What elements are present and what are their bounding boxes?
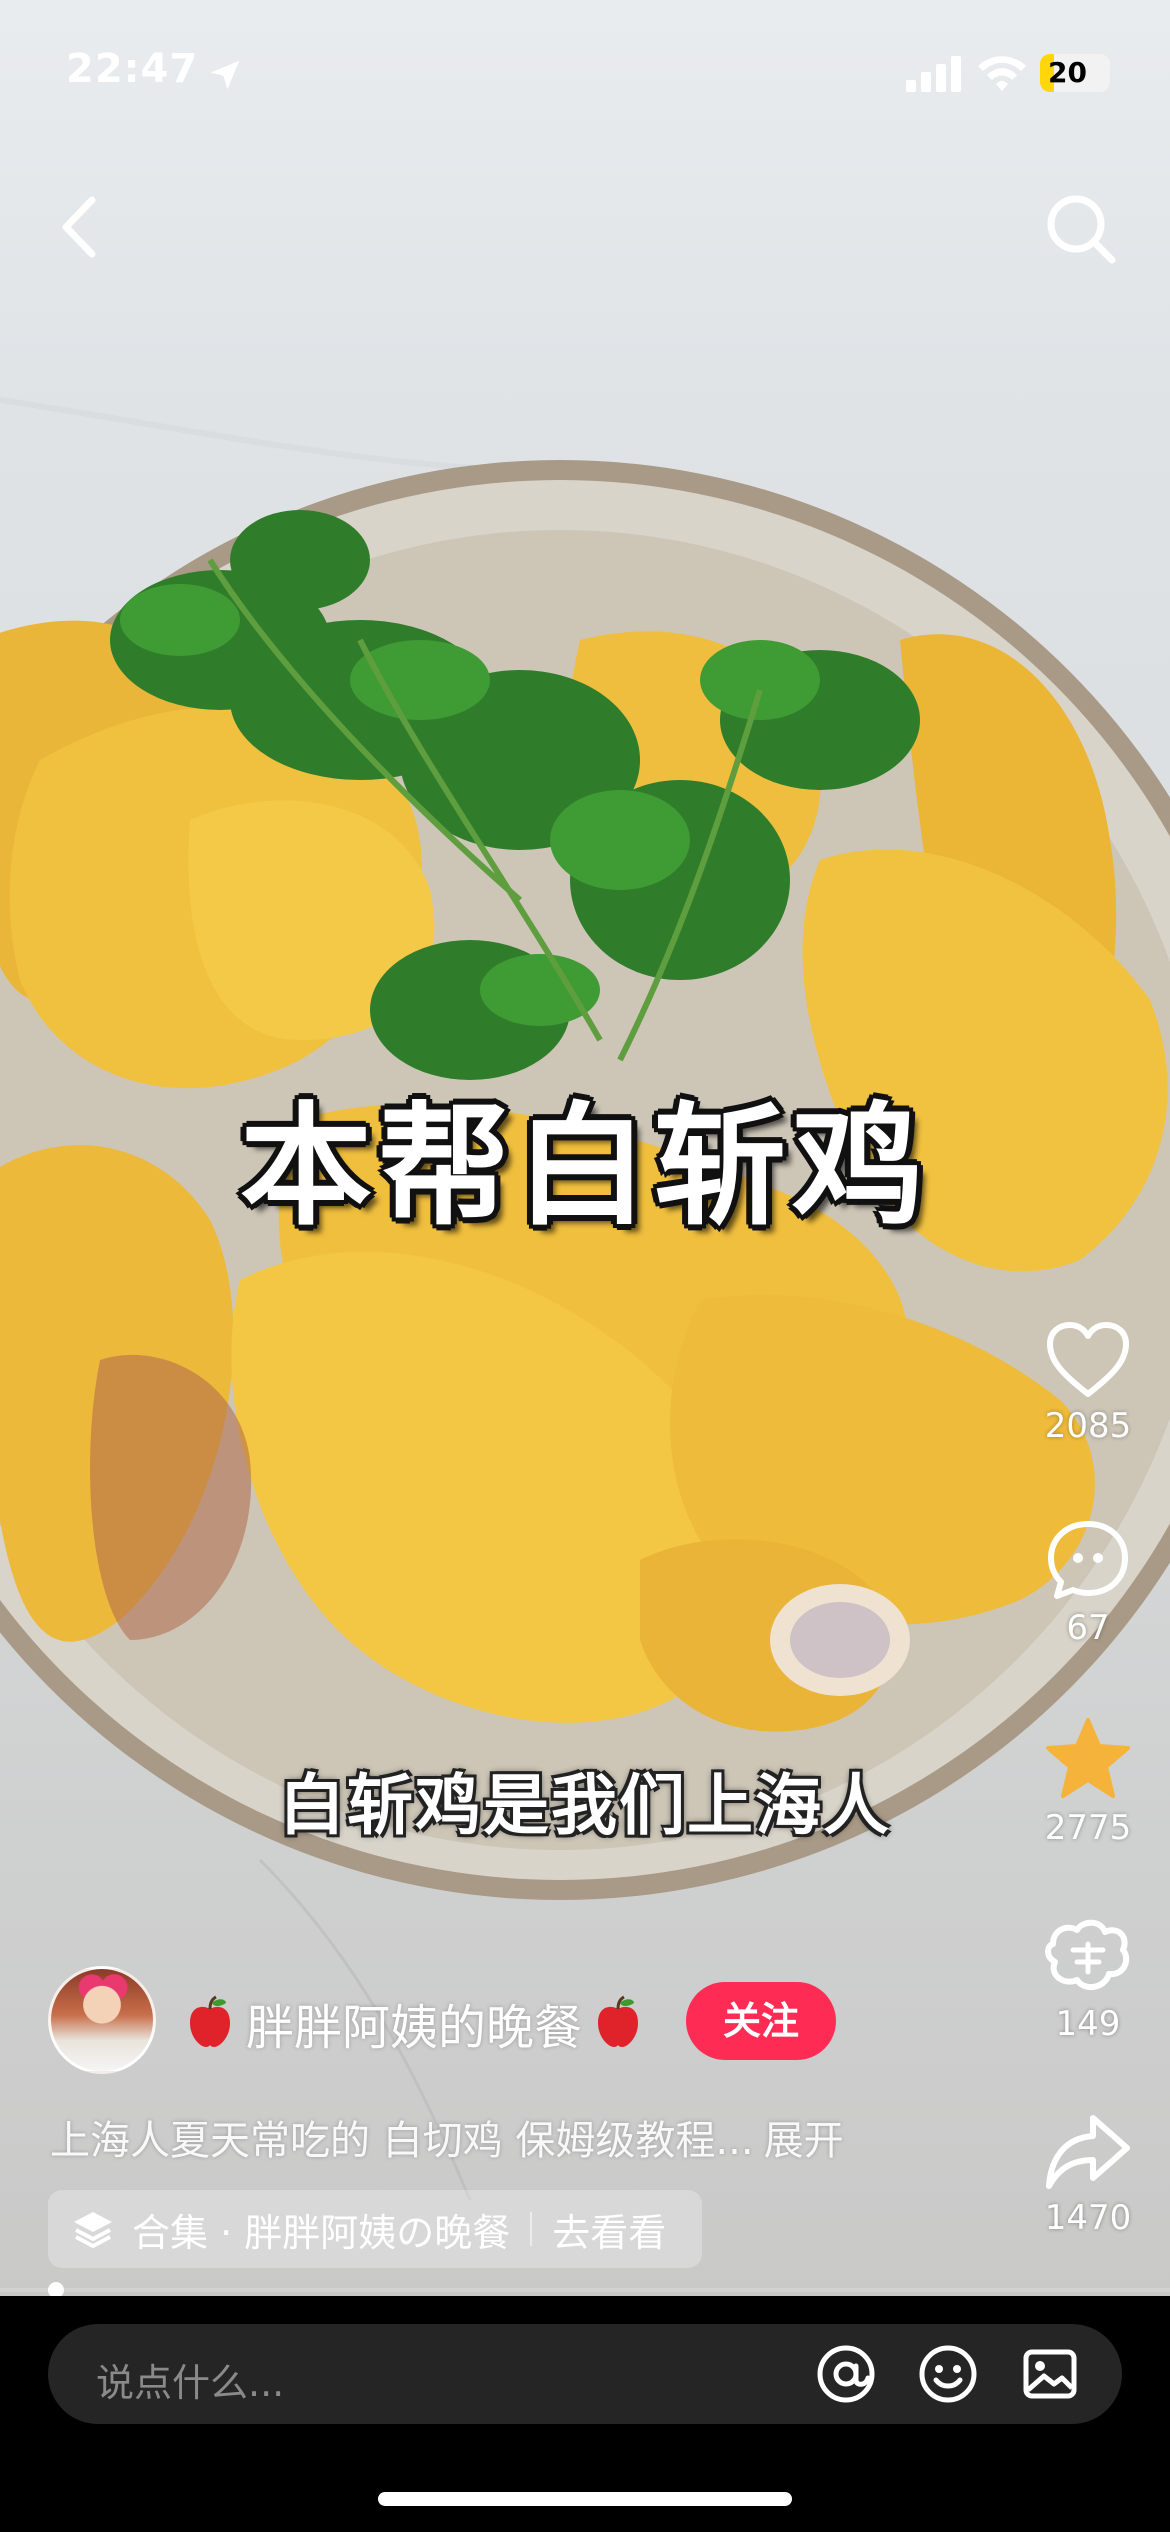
share-count: 1470 [1044, 2198, 1132, 2238]
apple-icon [190, 1995, 230, 2047]
gift-button[interactable]: 149 [1030, 1914, 1146, 2044]
expand-link[interactable]: 展开 [764, 2118, 844, 2164]
comment-placeholder: 说点什么... [96, 2361, 285, 2405]
back-icon[interactable] [52, 194, 106, 260]
layers-icon [74, 2212, 112, 2248]
status-bar: 22:47 20 [0, 0, 1170, 140]
like-button[interactable]: 2085 [1030, 1320, 1146, 1446]
battery-indicator: 20 [1040, 54, 1110, 92]
collect-count: 2775 [1044, 1808, 1132, 1848]
video-subtitle: 白斩鸡是我们上海人 [279, 1767, 891, 1844]
location-arrow-icon [210, 60, 240, 90]
collect-button[interactable]: 2775 [1030, 1716, 1146, 1848]
wifi-icon [978, 56, 1026, 91]
video-description[interactable]: 上海人夏天常吃的 白切鸡 保姆级教程... 展开 [50, 2108, 844, 2166]
gift-count: 149 [1055, 2004, 1121, 2044]
collection-name: 合集 · 胖胖阿姨の晚餐 [132, 2210, 511, 2255]
video-title-overlay: 本帮白斩鸡 [240, 1090, 930, 1244]
heart-icon [1047, 1322, 1129, 1397]
author-avatar[interactable] [48, 1966, 156, 2074]
image-icon[interactable] [1018, 2342, 1082, 2406]
collection-bar[interactable]: 合集 · 胖胖阿姨の晚餐 去看看 [48, 2190, 702, 2268]
comment-input[interactable]: 说点什么... [48, 2324, 1122, 2424]
follow-button[interactable]: 关注 [686, 1982, 836, 2060]
comment-count: 67 [1066, 1608, 1110, 1648]
author-name[interactable]: 胖胖阿姨的晚餐 [246, 1988, 582, 2058]
collection-divider [530, 2212, 533, 2246]
comment-icon [1048, 1521, 1128, 1599]
at-icon[interactable] [814, 2342, 878, 2406]
description-text: 上海人夏天常吃的 白切鸡 保姆级教程... [50, 2118, 754, 2164]
battery-level: 20 [1048, 56, 1087, 89]
emoji-icon[interactable] [916, 2342, 980, 2406]
share-icon [1046, 2115, 1130, 2189]
status-time: 22:47 [66, 46, 199, 92]
star-icon [1046, 1718, 1130, 1798]
apple-icon [598, 1995, 639, 2047]
comment-button[interactable]: 67 [1030, 1518, 1146, 1648]
video-progress-bar[interactable] [0, 2288, 1170, 2292]
collection-link[interactable]: 去看看 [552, 2202, 666, 2257]
gift-icon [1045, 1919, 1130, 1991]
search-icon[interactable] [1042, 190, 1118, 266]
signal-icon [906, 56, 961, 92]
home-indicator[interactable] [378, 2492, 792, 2506]
like-count: 2085 [1044, 1406, 1132, 1446]
bottom-comment-bar: 说点什么... [0, 2296, 1170, 2532]
author-row[interactable]: 胖胖阿姨的晚餐 [182, 1986, 646, 2060]
share-button[interactable]: 1470 [1030, 2112, 1146, 2238]
